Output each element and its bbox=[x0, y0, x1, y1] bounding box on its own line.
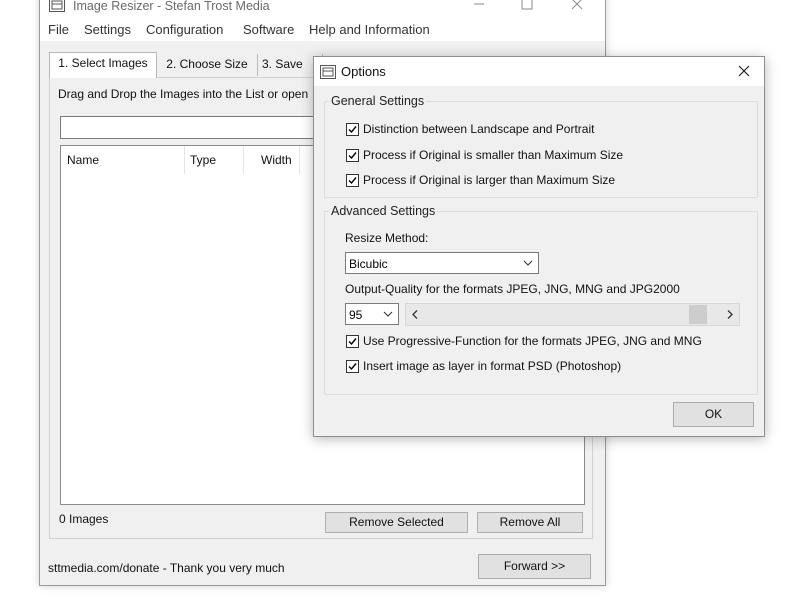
advanced-settings-label: Advanced Settings bbox=[329, 204, 438, 218]
resize-method-select[interactable]: Bicubic bbox=[345, 252, 539, 274]
landscape-portrait-checkbox[interactable] bbox=[346, 122, 359, 136]
remove-selected-button[interactable]: Remove Selected bbox=[325, 512, 468, 533]
column-header-name[interactable]: Name bbox=[67, 153, 99, 167]
psd-layer-checkbox[interactable] bbox=[346, 359, 359, 373]
process-larger-label: Process if Original is larger than Maxim… bbox=[363, 173, 616, 187]
main-window-title: Image Resizer - Stefan Trost Media bbox=[73, 0, 270, 13]
output-quality-value: 95 bbox=[349, 308, 363, 322]
column-header-type[interactable]: Type bbox=[190, 153, 216, 167]
scroll-right-button[interactable] bbox=[721, 304, 739, 325]
resize-method-label: Resize Method: bbox=[345, 231, 429, 245]
ok-button[interactable]: OK bbox=[673, 402, 754, 427]
slider-thumb[interactable] bbox=[689, 305, 707, 324]
app-window-icon bbox=[49, 0, 65, 12]
checkmark-icon bbox=[348, 337, 357, 345]
drag-drop-label: Drag and Drop the Images into the List o… bbox=[58, 87, 309, 101]
close-icon bbox=[738, 65, 750, 77]
checkmark-icon bbox=[348, 362, 357, 370]
column-divider[interactable] bbox=[243, 146, 244, 174]
output-quality-label: Output-Quality for the formats JPEG, JNG… bbox=[345, 282, 680, 296]
chevron-down-icon bbox=[382, 304, 394, 331]
main-title-bar: Image Resizer - Stefan Trost Media bbox=[40, 0, 605, 17]
process-smaller-checkbox-row[interactable]: Process if Original is smaller than Maxi… bbox=[346, 147, 623, 163]
menu-bar: File Settings Configuration Software Hel… bbox=[40, 17, 605, 41]
maximize-icon bbox=[521, 0, 533, 10]
chevron-down-icon bbox=[522, 253, 534, 280]
progressive-checkbox-row[interactable]: Use Progressive-Function for the formats… bbox=[346, 333, 702, 349]
options-title: Options bbox=[341, 64, 386, 79]
output-quality-slider[interactable] bbox=[405, 303, 740, 326]
general-settings-label: General Settings bbox=[329, 94, 427, 108]
options-dialog: Options General Settings Distinction bet… bbox=[313, 56, 765, 437]
output-quality-select[interactable]: 95 bbox=[345, 303, 399, 325]
landscape-portrait-checkbox-row[interactable]: Distinction between Landscape and Portra… bbox=[346, 121, 594, 137]
chevron-right-icon bbox=[727, 310, 733, 319]
close-button[interactable] bbox=[554, 0, 600, 17]
tab-select-images[interactable]: 1. Select Images bbox=[49, 52, 157, 78]
app-window-icon bbox=[320, 65, 336, 79]
menu-settings[interactable]: Settings bbox=[84, 22, 131, 37]
image-count: 0 Images bbox=[59, 512, 109, 526]
column-divider[interactable] bbox=[299, 146, 300, 174]
minimize-icon bbox=[474, 3, 484, 5]
options-title-bar: Options bbox=[314, 57, 764, 86]
forward-button[interactable]: Forward >> bbox=[478, 554, 591, 579]
checkmark-icon bbox=[348, 151, 357, 159]
process-smaller-label: Process if Original is smaller than Maxi… bbox=[363, 148, 624, 162]
resize-method-value: Bicubic bbox=[349, 257, 388, 271]
menu-software[interactable]: Software bbox=[243, 22, 294, 37]
menu-help[interactable]: Help and Information bbox=[309, 22, 430, 37]
process-larger-checkbox[interactable] bbox=[346, 173, 359, 187]
scroll-left-button[interactable] bbox=[406, 304, 424, 325]
close-icon bbox=[571, 0, 583, 10]
chevron-left-icon bbox=[412, 310, 418, 319]
donate-link[interactable]: sttmedia.com/donate - Thank you very muc… bbox=[48, 561, 285, 575]
minimize-button[interactable] bbox=[456, 0, 502, 17]
progressive-label: Use Progressive-Function for the formats… bbox=[363, 334, 702, 348]
psd-layer-checkbox-row[interactable]: Insert image as layer in format PSD (Pho… bbox=[346, 358, 621, 374]
process-smaller-checkbox[interactable] bbox=[346, 148, 359, 162]
menu-file[interactable]: File bbox=[48, 22, 69, 37]
landscape-portrait-label: Distinction between Landscape and Portra… bbox=[363, 122, 595, 136]
tab-choose-size[interactable]: 2. Choose Size bbox=[157, 54, 258, 76]
column-divider[interactable] bbox=[184, 146, 185, 174]
menu-configuration[interactable]: Configuration bbox=[146, 22, 223, 37]
process-larger-checkbox-row[interactable]: Process if Original is larger than Maxim… bbox=[346, 172, 615, 188]
maximize-button[interactable] bbox=[504, 0, 550, 17]
column-header-width[interactable]: Width bbox=[261, 153, 292, 167]
psd-layer-label: Insert image as layer in format PSD (Pho… bbox=[363, 359, 622, 373]
progressive-checkbox[interactable] bbox=[346, 334, 359, 348]
checkmark-icon bbox=[348, 125, 357, 133]
checkmark-icon bbox=[348, 176, 357, 184]
options-close-button[interactable] bbox=[724, 57, 764, 86]
remove-all-button[interactable]: Remove All bbox=[477, 512, 583, 533]
